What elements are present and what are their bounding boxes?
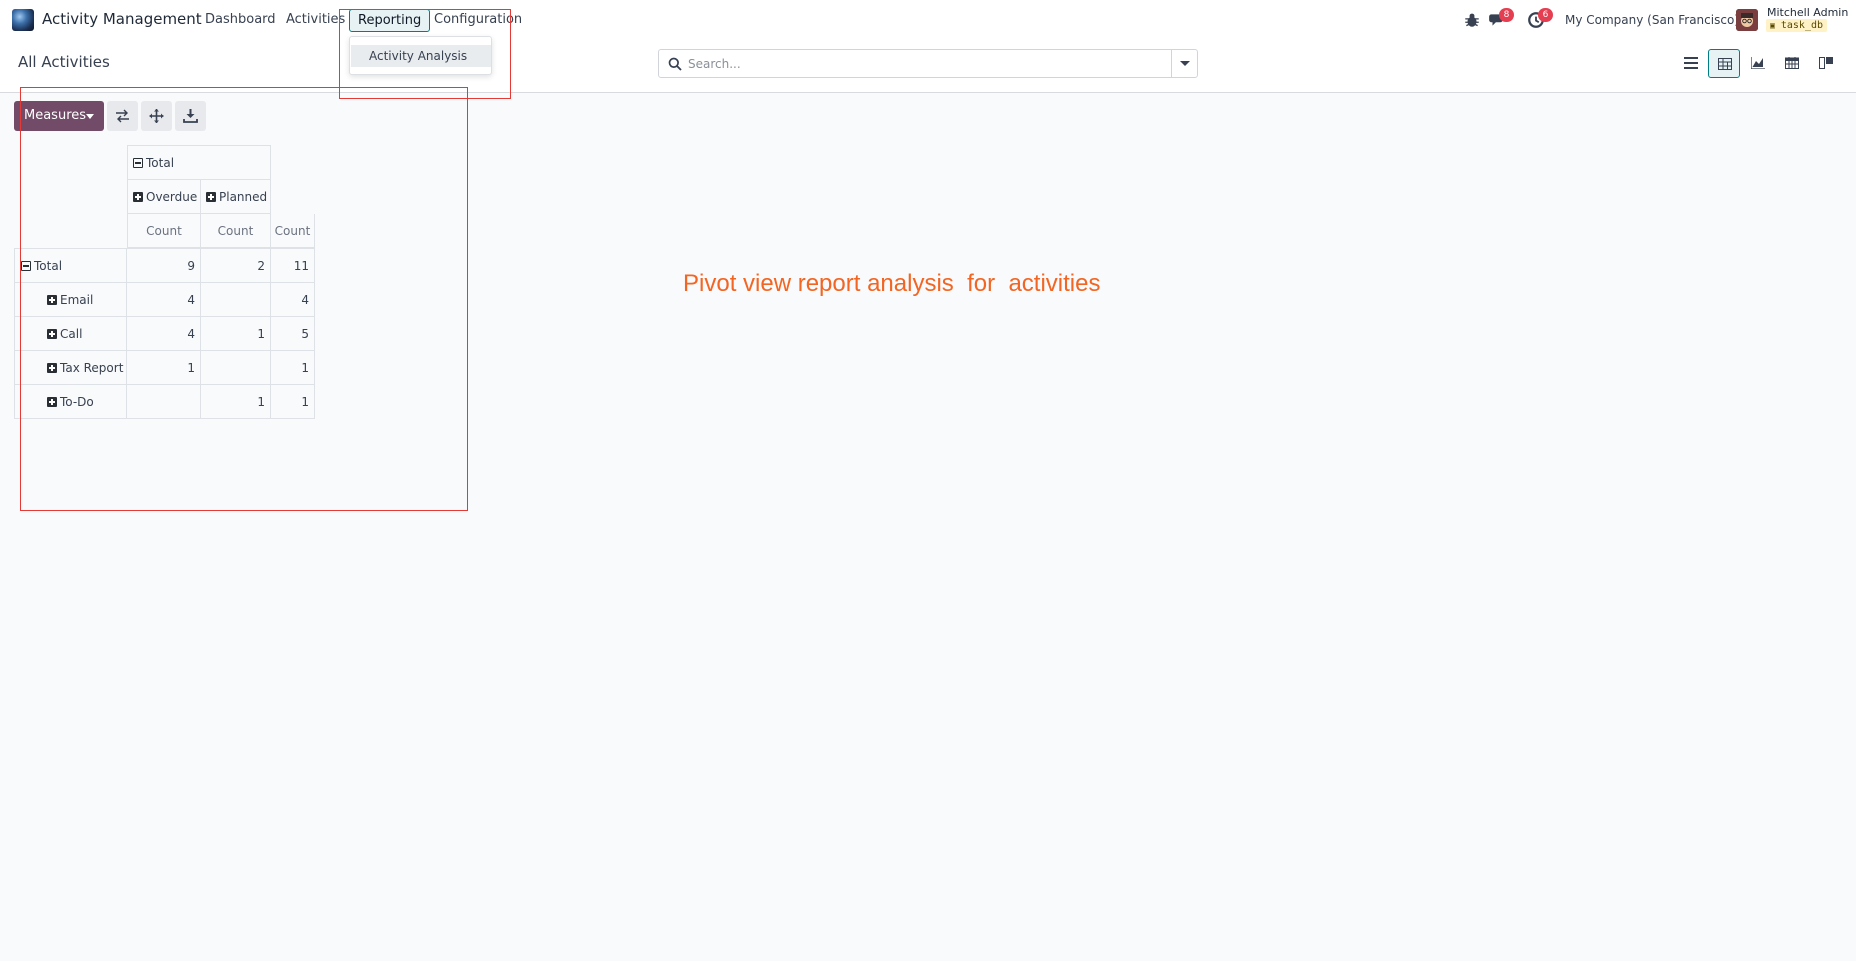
user-name[interactable]: Mitchell Admin (1767, 6, 1848, 19)
annotation-box-pivot (20, 87, 468, 511)
search-input[interactable] (688, 54, 1158, 74)
menu-dashboard[interactable]: Dashboard (205, 12, 276, 27)
calendar-view-icon (1785, 57, 1799, 69)
annotation-text: Pivot view report analysis for activitie… (683, 270, 1101, 297)
list-view-button[interactable] (1675, 49, 1707, 78)
database-label: ▣ task_db (1766, 19, 1828, 32)
bug-icon[interactable] (1463, 11, 1481, 29)
pivot-view-button[interactable] (1708, 49, 1740, 78)
app-name[interactable]: Activity Management (42, 10, 202, 28)
menu-activities[interactable]: Activities (286, 12, 345, 27)
top-navbar: Activity Management Dashboard Activities… (0, 0, 1856, 41)
graph-view-icon (1751, 57, 1765, 69)
list-view-icon (1684, 57, 1698, 69)
kanban-view-button[interactable] (1810, 49, 1842, 78)
annotation-box-reporting (339, 9, 511, 99)
search-icon (668, 57, 682, 71)
pivot-view-icon (1718, 58, 1732, 70)
breadcrumb: All Activities (18, 53, 110, 71)
search-options-toggle[interactable] (1171, 50, 1197, 77)
graph-view-button[interactable] (1742, 49, 1774, 78)
company-switcher[interactable]: My Company (San Francisco) (1565, 13, 1739, 27)
database-name: task_db (1780, 20, 1824, 31)
activities-badge: 6 (1538, 8, 1553, 22)
calendar-view-button[interactable] (1776, 49, 1808, 78)
user-avatar[interactable] (1736, 9, 1758, 31)
control-panel: All Activities (0, 41, 1856, 93)
messages-badge: 8 (1499, 8, 1514, 22)
search-box[interactable] (658, 49, 1198, 78)
app-logo-icon[interactable] (12, 9, 34, 31)
database-icon: ▣ (1770, 21, 1775, 30)
kanban-view-icon (1819, 57, 1833, 69)
